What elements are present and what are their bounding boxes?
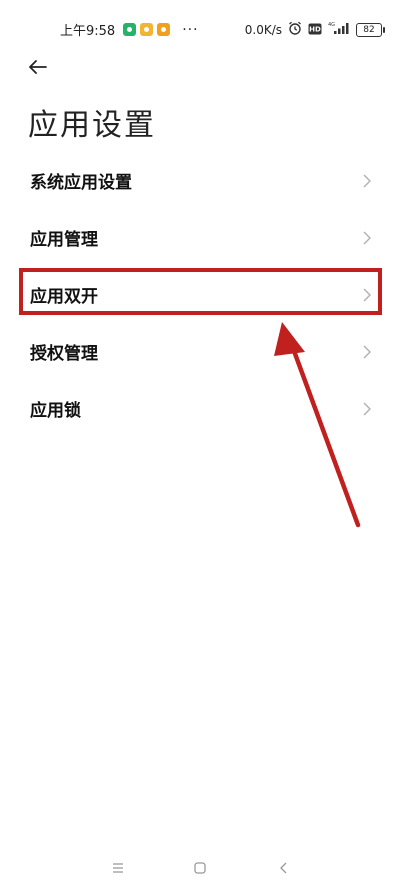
menu-item-label: 应用管理	[30, 230, 98, 250]
network-speed: 0.0K/s	[244, 22, 282, 37]
back-arrow-icon[interactable]	[26, 54, 52, 80]
menu-item-app-management[interactable]: 应用管理	[0, 209, 400, 266]
signal-label: 4G	[328, 22, 335, 28]
battery-icon: 82	[356, 22, 385, 37]
menu-item-permissions[interactable]: 授权管理	[0, 323, 400, 380]
more-notifications-icon: ···	[182, 21, 199, 38]
app-green-icon	[123, 23, 137, 36]
menu-item-system-app-settings[interactable]: 系统应用设置	[0, 152, 400, 209]
chevron-right-icon	[363, 402, 371, 415]
menu-item-app-lock[interactable]: 应用锁	[0, 380, 400, 437]
settings-menu-list: 系统应用设置 应用管理 应用双开 授权管理 应用锁	[0, 152, 400, 437]
menu-item-dual-apps[interactable]: 应用双开	[0, 266, 400, 323]
hd-label: HD	[309, 26, 321, 34]
menu-item-label: 应用锁	[30, 401, 81, 421]
back-icon[interactable]	[274, 858, 294, 878]
app-weibo-icon	[157, 23, 171, 36]
hd-icon: HD	[308, 20, 322, 39]
menu-icon[interactable]	[108, 858, 128, 878]
status-left: 上午9:58 ···	[60, 20, 199, 40]
signal-icon: 4G	[328, 20, 350, 39]
menu-item-label: 应用双开	[30, 287, 98, 307]
status-right: 0.0K/s HD 4G 82	[244, 20, 385, 39]
menu-item-label: 系统应用设置	[30, 173, 132, 193]
menu-item-label: 授权管理	[30, 344, 98, 364]
page-title: 应用设置	[28, 108, 156, 143]
status-time: 上午9:58	[60, 24, 116, 39]
app-yellow-icon	[140, 23, 154, 36]
alarm-icon	[288, 20, 302, 39]
chevron-right-icon	[363, 345, 371, 358]
status-bar: 上午9:58 ··· 0.0K/s HD 4G 82	[0, 0, 400, 56]
navigation-bar	[0, 848, 400, 888]
home-icon[interactable]	[190, 858, 210, 878]
chevron-right-icon	[363, 231, 371, 244]
chevron-right-icon	[363, 174, 371, 187]
chevron-right-icon	[363, 288, 371, 301]
